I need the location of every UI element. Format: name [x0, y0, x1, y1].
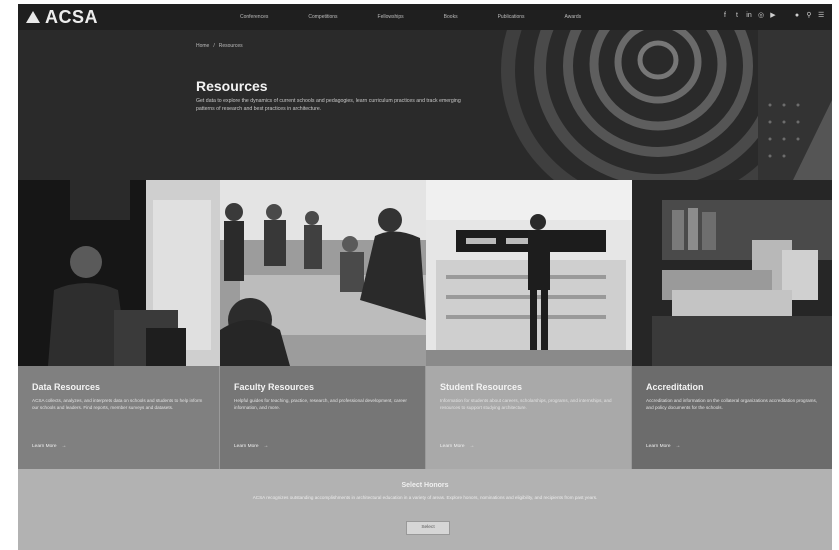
learn-more-link[interactable]: Learn More → — [646, 444, 680, 449]
hero-description: Get data to explore the dynamics of curr… — [196, 98, 461, 112]
page-title: Resources — [196, 78, 268, 94]
arrow-right-icon: → — [675, 444, 681, 449]
logo-mark-icon — [26, 11, 40, 23]
arrow-right-icon: → — [469, 444, 475, 449]
resource-cards: Data Resources ACSA collects, analyzes, … — [18, 366, 832, 469]
select-button[interactable]: Select — [406, 521, 450, 535]
card-accreditation[interactable]: Accreditation Accreditation and informat… — [632, 366, 832, 469]
arrow-right-icon: → — [263, 444, 269, 449]
card-title: Data Resources — [32, 382, 101, 392]
learn-more-label: Learn More — [646, 444, 671, 449]
twitter-icon[interactable]: t — [734, 12, 740, 20]
nav-link-books[interactable]: Books — [444, 14, 458, 20]
card-text: Information for students about careers, … — [440, 398, 612, 410]
card-text: Accreditation and information on the col… — [646, 398, 818, 410]
breadcrumb-current: Resources — [218, 43, 243, 49]
youtube-icon[interactable]: ▶ — [770, 12, 776, 20]
nav-links: Conferences Competitions Fellowships Boo… — [240, 4, 621, 30]
page: ACSA Conferences Competitions Fellowship… — [18, 4, 832, 550]
photo-studio-review — [220, 180, 426, 366]
breadcrumb-separator: / — [213, 43, 215, 49]
acsa-logo[interactable]: ACSA — [26, 7, 226, 28]
top-nav: ACSA Conferences Competitions Fellowship… — [18, 4, 832, 30]
nav-icons: f t in ◎ ▶ ● ⚲ ☰ — [722, 12, 824, 20]
facebook-icon[interactable]: f — [722, 12, 728, 20]
photo-exhibition — [426, 180, 632, 366]
breadcrumb-home[interactable]: Home — [196, 43, 209, 49]
nav-link-publications[interactable]: Publications — [498, 14, 525, 20]
nav-link-conferences[interactable]: Conferences — [240, 14, 268, 20]
photo-strip — [18, 180, 832, 366]
card-title: Faculty Resources — [234, 382, 315, 392]
learn-more-link[interactable]: Learn More → — [32, 444, 66, 449]
select-honors-section: Select Honors ACSA recognizes outstandin… — [18, 469, 832, 550]
card-title: Student Resources — [440, 382, 523, 392]
nav-link-competitions[interactable]: Competitions — [308, 14, 337, 20]
card-title: Accreditation — [646, 382, 704, 392]
learn-more-label: Learn More — [234, 444, 259, 449]
learn-more-label: Learn More — [440, 444, 465, 449]
learn-more-link[interactable]: Learn More → — [234, 444, 268, 449]
learn-more-label: Learn More — [32, 444, 57, 449]
learn-more-link[interactable]: Learn More → — [440, 444, 474, 449]
nav-link-fellowships[interactable]: Fellowships — [378, 14, 404, 20]
hero-banner: Home / Resources Resources Get data to e… — [18, 30, 832, 180]
card-student-resources[interactable]: Student Resources Information for studen… — [426, 366, 632, 469]
instagram-icon[interactable]: ◎ — [758, 12, 764, 20]
linkedin-icon[interactable]: in — [746, 12, 752, 20]
nav-link-awards[interactable]: Awards — [565, 14, 582, 20]
logo-text: ACSA — [45, 6, 99, 27]
breadcrumb: Home / Resources — [196, 43, 243, 49]
section-text: ACSA recognizes outstanding accomplishme… — [252, 495, 598, 500]
card-text: ACSA collects, analyzes, and interprets … — [32, 398, 203, 410]
search-icon[interactable]: ⚲ — [806, 12, 812, 20]
photo-library-books — [632, 180, 832, 366]
section-title: Select Honors — [401, 482, 449, 489]
photo-speaker-at-podium — [18, 180, 220, 366]
menu-icon[interactable]: ☰ — [818, 12, 824, 20]
card-data-resources[interactable]: Data Resources ACSA collects, analyzes, … — [18, 366, 220, 469]
arrow-right-icon: → — [61, 444, 67, 449]
card-faculty-resources[interactable]: Faculty Resources Helpful guides for tea… — [220, 366, 426, 469]
card-text: Helpful guides for teaching, practice, r… — [234, 398, 407, 410]
user-icon[interactable]: ● — [794, 12, 800, 20]
